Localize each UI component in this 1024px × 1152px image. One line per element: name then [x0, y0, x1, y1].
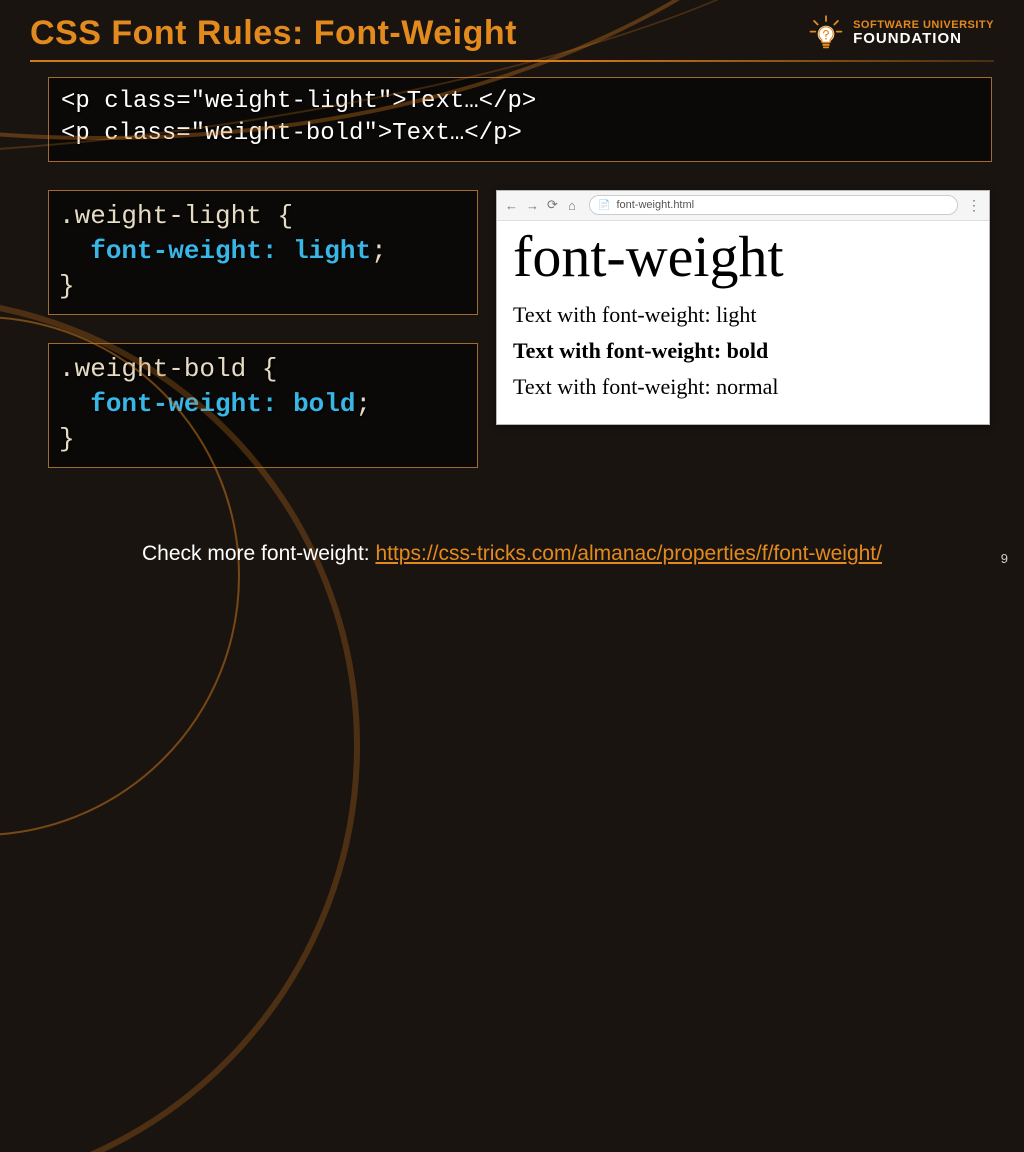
browser-viewport: font-weight Text with font-weight: light… [497, 221, 989, 424]
slide-header: CSS Font Rules: Font-Weight SOFTWARE UNI… [0, 0, 1024, 61]
preview-text-bold: Text with font-weight: bold [513, 338, 973, 364]
lightbulb-icon [807, 15, 845, 53]
page-title: CSS Font Rules: Font-Weight [30, 14, 517, 53]
css-code-block-light: .weight-light { font-weight: light; } [48, 190, 478, 315]
code-line: <p class="weight-bold">Text…</p> [61, 118, 979, 150]
css-value: bold [293, 389, 355, 419]
preview-heading: font-weight [513, 227, 973, 288]
reload-icon[interactable]: ⟳ [547, 197, 559, 213]
logo-line2: FOUNDATION [853, 31, 994, 47]
preview-text-normal: Text with font-weight: normal [513, 374, 973, 400]
browser-toolbar: ← → ⟳ ⌂ 📄 font-weight.html ⋮ [497, 191, 989, 221]
preview-text-light: Text with font-weight: light [513, 302, 973, 328]
css-brace: { [246, 354, 277, 384]
css-semicolon: ; [371, 236, 387, 266]
css-property: font-weight [90, 236, 262, 266]
css-selector: .weight-bold [59, 354, 246, 384]
kebab-menu-icon[interactable]: ⋮ [967, 197, 981, 214]
css-brace: { [262, 201, 293, 231]
logo-text: SOFTWARE UNIVERSITY FOUNDATION [853, 20, 994, 47]
title-underline [30, 60, 994, 62]
footer-prefix: Check more font-weight: [142, 542, 375, 565]
page-number: 9 [1001, 551, 1008, 566]
css-semicolon: ; [356, 389, 372, 419]
css-code-block-bold: .weight-bold { font-weight: bold; } [48, 343, 478, 468]
file-icon: 📄 [598, 200, 610, 211]
browser-preview: ← → ⟳ ⌂ 📄 font-weight.html ⋮ font-weight… [496, 190, 990, 425]
footer-link[interactable]: https://css-tricks.com/almanac/propertie… [375, 542, 882, 565]
css-colon: : [262, 236, 293, 266]
address-text: font-weight.html [616, 199, 694, 211]
back-icon[interactable]: ← [505, 198, 517, 213]
html-code-block: <p class="weight-light">Text…</p> <p cla… [48, 77, 992, 162]
home-icon[interactable]: ⌂ [568, 198, 580, 213]
css-colon: : [262, 389, 293, 419]
forward-icon[interactable]: → [526, 198, 538, 213]
css-value: light [293, 236, 371, 266]
code-line: <p class="weight-light">Text…</p> [61, 86, 979, 118]
address-bar[interactable]: 📄 font-weight.html [589, 195, 958, 215]
css-selector: .weight-light [59, 201, 262, 231]
softuni-logo: SOFTWARE UNIVERSITY FOUNDATION [807, 15, 994, 53]
css-brace: } [59, 271, 75, 301]
css-property: font-weight [90, 389, 262, 419]
footer-note: Check more font-weight: https://css-tric… [0, 542, 1024, 566]
css-brace: } [59, 424, 75, 454]
